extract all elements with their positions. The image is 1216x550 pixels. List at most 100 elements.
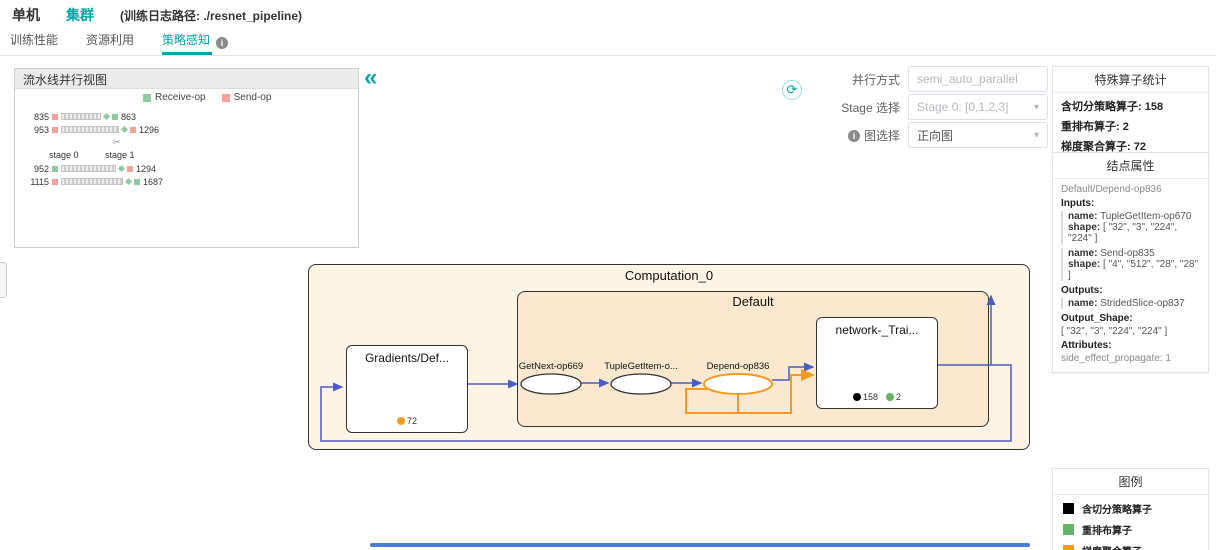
stage-select[interactable]: Stage 0: [0,1,2,3] ▾ xyxy=(908,94,1048,120)
collapse-panel-icon[interactable]: « xyxy=(364,66,377,90)
op-id-right: 863 xyxy=(121,112,136,122)
input-shape: shape: [ "4", "512", "28", "28" ] xyxy=(1068,259,1200,281)
op-id-left: 835 xyxy=(23,112,49,122)
node-attrs-body: Default/Depend-op836 Inputs: name: Tuple… xyxy=(1053,179,1208,372)
duration-bar xyxy=(61,178,123,185)
name-key: name: xyxy=(1068,211,1097,222)
shape-key: shape: xyxy=(1068,222,1100,233)
receive-op-swatch xyxy=(143,94,151,102)
stage-marker-icon: ✂ xyxy=(113,137,121,148)
stage-labels: ✂ stage 0 stage 1 xyxy=(15,137,358,163)
sharded-badge: 158 xyxy=(853,392,878,402)
refresh-icon[interactable]: ⟳ xyxy=(782,80,802,100)
receive-marker-icon xyxy=(103,113,110,120)
output-item: name: StridedSlice-op837 xyxy=(1061,298,1200,309)
parallel-mode-input[interactable]: semi_auto_parallel xyxy=(908,66,1048,92)
receive-marker-icon xyxy=(121,126,128,133)
pipeline-row[interactable]: 952 1294 xyxy=(15,163,358,174)
op-id-left: 952 xyxy=(23,164,49,174)
send-square-icon xyxy=(127,166,133,172)
legend-body: 含切分策略算子 重排布算子 梯度聚合算子 xyxy=(1053,495,1208,550)
tab-training-performance[interactable]: 训练性能 xyxy=(10,31,58,55)
op-id-right: 1294 xyxy=(136,164,156,174)
default-label: Default xyxy=(518,294,988,309)
input-name: name: TupleGetItem-op670 xyxy=(1068,211,1200,222)
stage-select-value: Stage 0: [0,1,2,3] xyxy=(917,100,1008,114)
computation-graph[interactable]: Computation_0 Default xyxy=(308,264,1030,450)
op-id-left: 1115 xyxy=(23,177,49,187)
tab-strategy-perception[interactable]: 策略感知 xyxy=(162,31,210,55)
redistribution-badge: 2 xyxy=(886,392,901,402)
stat-label: 含切分策略算子: xyxy=(1061,101,1142,113)
graph-select-text: 图选择 xyxy=(864,129,900,143)
stat-sharded-ops: 含切分策略算子: 158 xyxy=(1061,98,1200,114)
stage-0-label: stage 0 xyxy=(49,150,79,160)
nav-info-icon[interactable]: i xyxy=(216,37,228,49)
duration-bar xyxy=(61,165,116,172)
chevron-down-icon: ▾ xyxy=(1034,102,1039,113)
pipeline-row[interactable]: 1115 1687 xyxy=(15,176,358,187)
send-marker-icon xyxy=(52,114,58,120)
orange-dot-icon xyxy=(397,417,405,425)
graph-select-value: 正向图 xyxy=(917,127,953,144)
node-attrs-panel: 结点属性 Default/Depend-op836 Inputs: name: … xyxy=(1052,152,1209,373)
tab-cluster[interactable]: 集群 xyxy=(66,5,94,25)
pipeline-rows-bottom: 952 1294 1115 1687 xyxy=(15,163,358,187)
receive-marker-icon xyxy=(118,165,125,172)
input-item: name: TupleGetItem-op670 shape: [ "32", … xyxy=(1061,211,1200,244)
black-swatch xyxy=(1063,503,1074,514)
shape-key: shape: xyxy=(1068,259,1100,270)
outputs-section-label: Outputs: xyxy=(1061,285,1200,296)
duration-bar xyxy=(61,126,119,133)
gradients-badges: 72 xyxy=(347,416,467,426)
attributes-value: side_effect_propagate: 1 xyxy=(1061,353,1200,364)
gradients-node-label: Gradients/Def... xyxy=(347,351,467,365)
name-value: TupleGetItem-op670 xyxy=(1100,211,1191,222)
send-marker-icon xyxy=(52,127,58,133)
pipeline-rows-top: 835 863 953 1296 xyxy=(15,111,358,135)
parallel-mode-value: semi_auto_parallel xyxy=(917,72,1018,86)
legend-item-label: 梯度聚合算子 xyxy=(1082,543,1142,550)
network-node[interactable]: network-_Trai... 158 2 xyxy=(816,317,938,409)
pipeline-panel-body: Receive-op Send-op 835 863 953 xyxy=(15,89,358,187)
legend-title: 图例 xyxy=(1053,469,1208,495)
legend-item-label: 重排布算子 xyxy=(1082,522,1132,537)
node-attrs-title: 结点属性 xyxy=(1053,153,1208,179)
graph-select-row: i 图选择 正向图 ▾ xyxy=(828,122,1048,148)
receive-square-icon xyxy=(134,179,140,185)
name-key: name: xyxy=(1068,248,1097,259)
gradients-node[interactable]: Gradients/Def... 72 xyxy=(346,345,468,433)
graph-select[interactable]: 正向图 ▾ xyxy=(908,122,1048,148)
input-item: name: Send-op835 shape: [ "4", "512", "2… xyxy=(1061,248,1200,281)
left-drawer-handle[interactable] xyxy=(0,262,7,298)
black-dot-icon xyxy=(853,393,861,401)
badge-count: 158 xyxy=(863,392,878,402)
badge-count: 72 xyxy=(407,416,417,426)
legend-item-redistribution: 重排布算子 xyxy=(1063,522,1198,537)
output-shape-value: [ "32", "3", "224", "224" ] xyxy=(1061,326,1200,337)
network-badges: 158 2 xyxy=(817,392,937,402)
horizontal-scrollbar[interactable] xyxy=(370,543,1030,547)
stage-select-label: Stage 选择 xyxy=(828,99,900,116)
green-dot-icon xyxy=(886,393,894,401)
duration-bar xyxy=(61,113,101,120)
legend-item-gradient-agg: 梯度聚合算子 xyxy=(1063,543,1198,550)
inputs-section-label: Inputs: xyxy=(1061,198,1200,209)
pipeline-row[interactable]: 953 1296 xyxy=(15,124,358,135)
op-id-right: 1687 xyxy=(143,177,163,187)
graph-info-icon[interactable]: i xyxy=(848,130,860,142)
tab-resource-utilization[interactable]: 资源利用 xyxy=(86,31,134,55)
tab-standalone[interactable]: 单机 xyxy=(12,5,40,25)
network-node-label: network-_Trai... xyxy=(817,323,937,337)
output-shape-label: Output_Shape: xyxy=(1061,313,1200,324)
stage-1-label: stage 1 xyxy=(105,150,135,160)
receive-marker-icon xyxy=(125,178,132,185)
op-id-left: 953 xyxy=(23,125,49,135)
receive-op-label: Receive-op xyxy=(155,92,206,103)
node-name: Default/Depend-op836 xyxy=(1061,184,1200,195)
graph-select-label: i 图选择 xyxy=(828,127,900,144)
send-marker-icon xyxy=(52,179,58,185)
input-name: name: Send-op835 xyxy=(1068,248,1200,259)
pipeline-row[interactable]: 835 863 xyxy=(15,111,358,122)
green-swatch xyxy=(1063,524,1074,535)
